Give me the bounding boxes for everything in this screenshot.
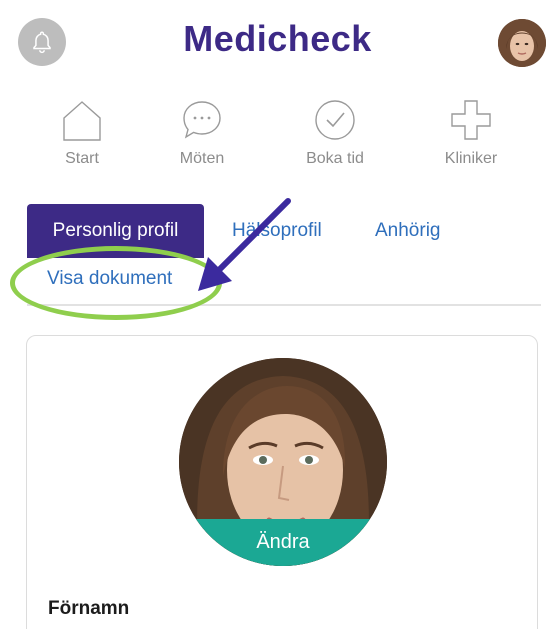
app-title: Medicheck <box>183 18 372 59</box>
main-navigation: Start Möten Boka tid Kliniker <box>0 96 555 176</box>
first-name-label: Förnamn <box>48 598 130 619</box>
change-photo-button[interactable]: Ändra <box>179 519 387 566</box>
nav-label-kliniker: Kliniker <box>444 150 498 167</box>
profile-card: Ändra Förnamn <box>26 335 538 629</box>
nav-item-start[interactable]: Start <box>27 96 137 168</box>
nav-item-moten[interactable]: Möten <box>147 96 257 168</box>
app-screen: Medicheck Start Möten Boka tid Kliniker … <box>0 0 555 629</box>
chat-bubble-icon <box>183 101 221 139</box>
house-icon <box>63 101 101 141</box>
check-circle-icon <box>315 100 355 140</box>
plus-cross-icon <box>451 100 491 140</box>
nav-item-kliniker[interactable]: Kliniker <box>416 96 526 168</box>
user-avatar[interactable] <box>498 19 546 67</box>
nav-label-boka-tid: Boka tid <box>306 150 364 167</box>
app-header: Medicheck <box>0 0 555 86</box>
pointer-arrow <box>198 198 291 291</box>
profile-photo[interactable]: Ändra <box>179 358 387 566</box>
avatar-portrait <box>498 19 546 67</box>
nav-label-moten: Möten <box>179 150 225 167</box>
nav-label-start: Start <box>65 150 99 167</box>
nav-item-boka-tid[interactable]: Boka tid <box>280 96 390 168</box>
tab-anhorig[interactable]: Anhörig <box>375 204 441 258</box>
